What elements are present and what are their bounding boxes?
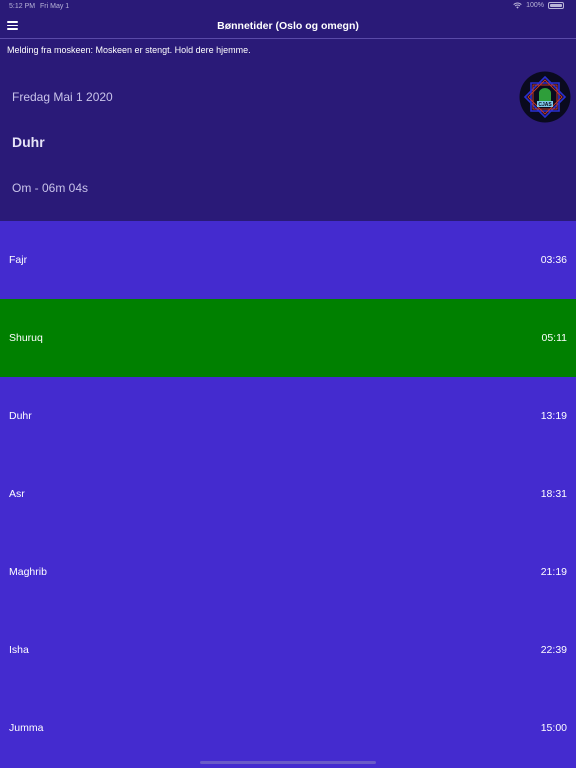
prayer-row-maghrib[interactable]: Maghrib 21:19 — [0, 533, 576, 611]
battery-percent: 100% — [526, 2, 544, 9]
prayer-time: 18:31 — [540, 488, 567, 500]
status-date: Fri May 1 — [40, 3, 70, 10]
prayer-name: Asr — [9, 488, 25, 500]
prayer-row-isha[interactable]: Isha 22:39 — [0, 611, 576, 689]
next-prayer-name: Duhr — [12, 134, 45, 150]
prayer-name: Maghrib — [9, 566, 47, 578]
page-title: Bønnetider (Oslo og omegn) — [217, 20, 359, 32]
current-date: Fredag Mai 1 2020 — [12, 90, 113, 104]
prayer-name: Shuruq — [9, 332, 43, 344]
nav-bar: Bønnetider (Oslo og omegn) — [0, 14, 576, 39]
status-time: 5:12 PM — [9, 3, 36, 10]
mosque-logo: CJAS — [519, 71, 571, 123]
next-prayer-header: Fredag Mai 1 2020 Duhr Om - 06m 04s CJAS — [0, 61, 576, 221]
status-bar: 5:12 PM Fri May 1 100% — [0, 0, 576, 14]
prayer-time: 15:00 — [540, 722, 567, 734]
prayer-row-shuruq[interactable]: Shuruq 05:11 — [0, 299, 576, 377]
prayer-row-fajr[interactable]: Fajr 03:36 — [0, 221, 576, 299]
prayer-row-asr[interactable]: Asr 18:31 — [0, 455, 576, 533]
prayer-list: Fajr 03:36 Shuruq 05:11 Duhr 13:19 Asr 1… — [0, 221, 576, 767]
prayer-time: 05:11 — [541, 332, 568, 344]
svg-text:CJAS: CJAS — [538, 102, 552, 108]
wifi-icon — [513, 2, 522, 9]
prayer-row-duhr[interactable]: Duhr 13:19 — [0, 377, 576, 455]
prayer-name: Isha — [9, 644, 29, 656]
prayer-time: 22:39 — [540, 644, 567, 656]
prayer-name: Jumma — [9, 722, 44, 734]
prayer-name: Fajr — [9, 254, 28, 266]
mosque-message: Melding fra moskeen: Moskeen er stengt. … — [0, 39, 576, 61]
battery-icon — [548, 2, 564, 9]
countdown: Om - 06m 04s — [12, 181, 89, 195]
home-indicator[interactable] — [200, 761, 376, 764]
prayer-time: 13:19 — [540, 410, 567, 422]
prayer-time: 21:19 — [540, 566, 567, 578]
prayer-name: Duhr — [9, 410, 32, 422]
prayer-time: 03:36 — [540, 254, 567, 266]
status-right: 100% — [513, 2, 564, 9]
prayer-row-jumma[interactable]: Jumma 15:00 — [0, 689, 576, 767]
